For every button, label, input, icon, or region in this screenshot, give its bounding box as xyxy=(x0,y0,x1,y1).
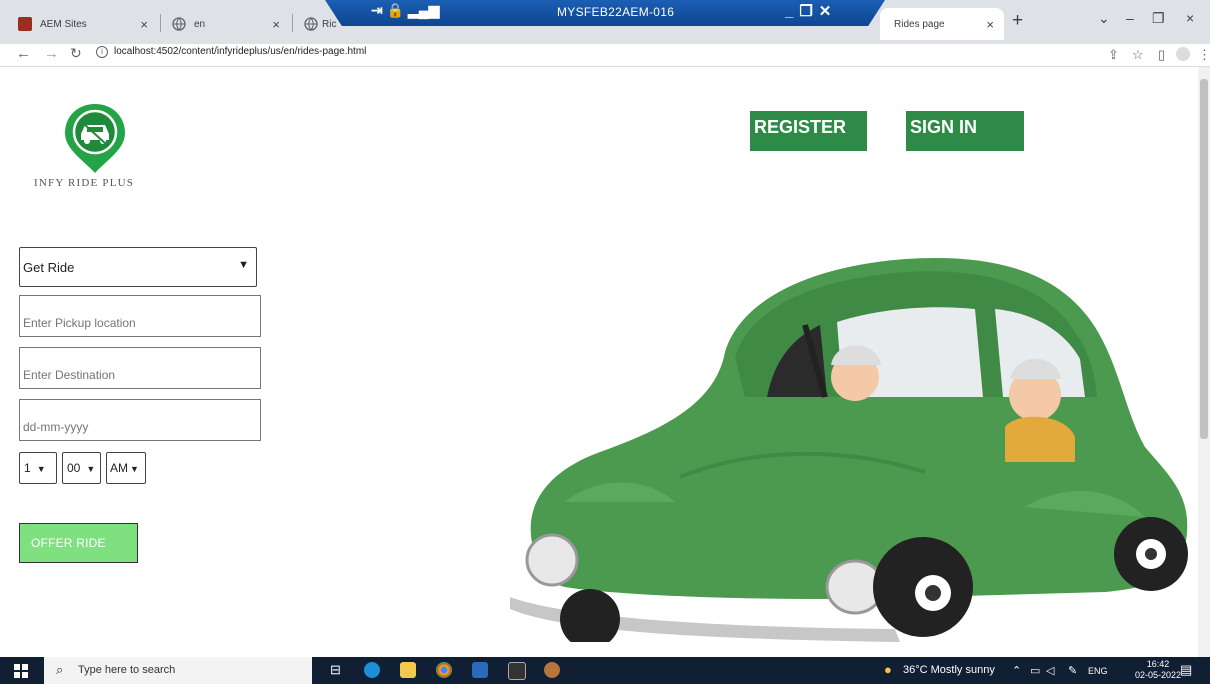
pickup-location-input[interactable] xyxy=(19,295,261,337)
app-gear-icon[interactable] xyxy=(544,662,560,678)
date-input[interactable] xyxy=(19,399,261,441)
browser-tab-strip: AEM Sites × en × Ric ⇥ 🔒 ▂▄▆ MYSFEB22AEM… xyxy=(0,0,1210,44)
car-location-pin-logo-icon[interactable] xyxy=(60,101,130,175)
globe-icon xyxy=(304,17,318,31)
windows-taskbar: ⌕ Type here to search ⊟ ● 36°C Mostly su… xyxy=(0,657,1210,684)
side-panel-icon[interactable]: ▯ xyxy=(1158,47,1165,63)
minimize-icon[interactable]: – xyxy=(1126,10,1134,26)
file-explorer-icon[interactable] xyxy=(400,662,416,678)
ampm-value: AM xyxy=(110,461,128,475)
tab-rides-page[interactable]: Rides page × xyxy=(880,8,1004,40)
notifications-icon[interactable]: ▤ xyxy=(1180,662,1192,678)
offer-ride-button[interactable]: OFFER RIDE xyxy=(19,523,138,563)
tab-label: Rides page xyxy=(894,18,945,30)
kebab-menu-icon[interactable]: ⋮ xyxy=(1198,47,1210,63)
tab-aem-sites[interactable]: AEM Sites × xyxy=(8,8,158,40)
ride-type-select[interactable]: Get Ride ▼ xyxy=(19,247,257,287)
tab-close-icon[interactable]: × xyxy=(272,17,280,32)
clock-date: 02-05-2022 xyxy=(1135,670,1182,680)
clock-time: 16:42 xyxy=(1146,659,1170,669)
volume-icon[interactable]: ◁ xyxy=(1046,664,1054,677)
remote-window-controls[interactable]: _❐✕ xyxy=(785,2,837,20)
chevron-down-icon: ▼ xyxy=(36,464,46,474)
remote-session-title: MYSFEB22AEM-016 xyxy=(557,5,675,19)
tab-rides-partial[interactable]: Ric xyxy=(294,8,337,40)
hour-select[interactable]: 1 ▼ xyxy=(19,452,57,484)
tab-en[interactable]: en × xyxy=(162,8,290,40)
tab-divider xyxy=(160,14,161,32)
url-field[interactable]: i localhost:4502/content/infyrideplus/us/… xyxy=(96,46,366,58)
task-view-icon[interactable]: ⊟ xyxy=(330,662,341,678)
chevron-down-icon: ▼ xyxy=(130,464,139,474)
tab-search-chevron-icon[interactable]: ⌄ xyxy=(1098,10,1110,27)
tab-close-icon[interactable]: × xyxy=(986,17,994,32)
profile-avatar-icon[interactable] xyxy=(1176,47,1190,61)
taskbar-clock[interactable]: 16:42 02-05-2022 xyxy=(1135,659,1181,681)
car-illustration xyxy=(510,257,1188,642)
remote-session-bar: ⇥ 🔒 ▂▄▆ MYSFEB22AEM-016 _❐✕ xyxy=(325,0,885,26)
tray-overflow-chevron-icon[interactable]: ⌃ xyxy=(1012,664,1021,677)
taskbar-search-box[interactable]: ⌕ Type here to search xyxy=(44,657,312,684)
tab-label: Ric xyxy=(322,18,337,30)
globe-icon xyxy=(172,17,186,31)
close-window-icon[interactable]: × xyxy=(1186,10,1194,26)
weather-text[interactable]: 36°C Mostly sunny xyxy=(903,664,995,676)
taskbar-search-placeholder: Type here to search xyxy=(78,664,176,676)
ride-type-value: Get Ride xyxy=(23,260,75,275)
restore-icon[interactable]: ❐ xyxy=(1152,10,1165,27)
url-text: localhost:4502/content/infyrideplus/us/e… xyxy=(114,46,367,57)
scrollbar-thumb[interactable] xyxy=(1200,79,1208,439)
language-indicator[interactable]: ENG xyxy=(1088,666,1108,676)
page-content: INFY RIDE PLUS REGISTER SIGN IN Get Ride… xyxy=(0,67,1198,657)
minute-value: 00 xyxy=(67,461,81,475)
page-scrollbar[interactable] xyxy=(1198,67,1210,657)
tab-label: en xyxy=(194,18,206,30)
weather-sun-icon[interactable]: ● xyxy=(884,662,892,677)
network-icon[interactable]: ▭ xyxy=(1030,664,1040,677)
terminal-icon[interactable] xyxy=(508,662,526,680)
hour-value: 1 xyxy=(24,461,31,475)
address-bar: ← → ↻ i localhost:4502/content/infyridepl… xyxy=(0,44,1210,67)
windows-start-icon[interactable] xyxy=(14,664,28,678)
minute-select[interactable]: 00 ▼ xyxy=(62,452,101,484)
chevron-down-icon: ▼ xyxy=(86,464,96,474)
ampm-select[interactable]: AM ▼ xyxy=(106,452,146,484)
share-icon[interactable]: ⇪ xyxy=(1108,47,1119,63)
sign-in-button[interactable]: SIGN IN xyxy=(906,111,1024,151)
search-icon: ⌕ xyxy=(56,662,64,677)
bookmark-star-icon[interactable]: ☆ xyxy=(1132,47,1144,63)
forward-arrow-icon[interactable]: → xyxy=(44,45,59,62)
back-arrow-icon[interactable]: ← xyxy=(16,45,31,62)
tab-label: AEM Sites xyxy=(40,18,87,30)
aem-icon xyxy=(18,17,32,31)
tab-close-icon[interactable]: × xyxy=(140,17,148,32)
pin-lock-signal-icons[interactable]: ⇥ 🔒 ▂▄▆ xyxy=(371,2,439,19)
edge-browser-icon[interactable] xyxy=(364,662,380,678)
site-info-icon[interactable]: i xyxy=(96,46,108,58)
remote-desktop-icon[interactable] xyxy=(472,662,488,678)
destination-input[interactable] xyxy=(19,347,261,389)
new-tab-button[interactable]: + xyxy=(1012,10,1023,32)
pen-icon[interactable]: ✎ xyxy=(1068,664,1077,677)
brand-name: INFY RIDE PLUS xyxy=(34,177,135,189)
reload-icon[interactable]: ↻ xyxy=(70,45,82,62)
chevron-down-icon: ▼ xyxy=(238,259,249,271)
chrome-icon[interactable] xyxy=(436,662,452,678)
register-button[interactable]: REGISTER xyxy=(750,111,867,151)
tab-divider xyxy=(292,14,293,32)
